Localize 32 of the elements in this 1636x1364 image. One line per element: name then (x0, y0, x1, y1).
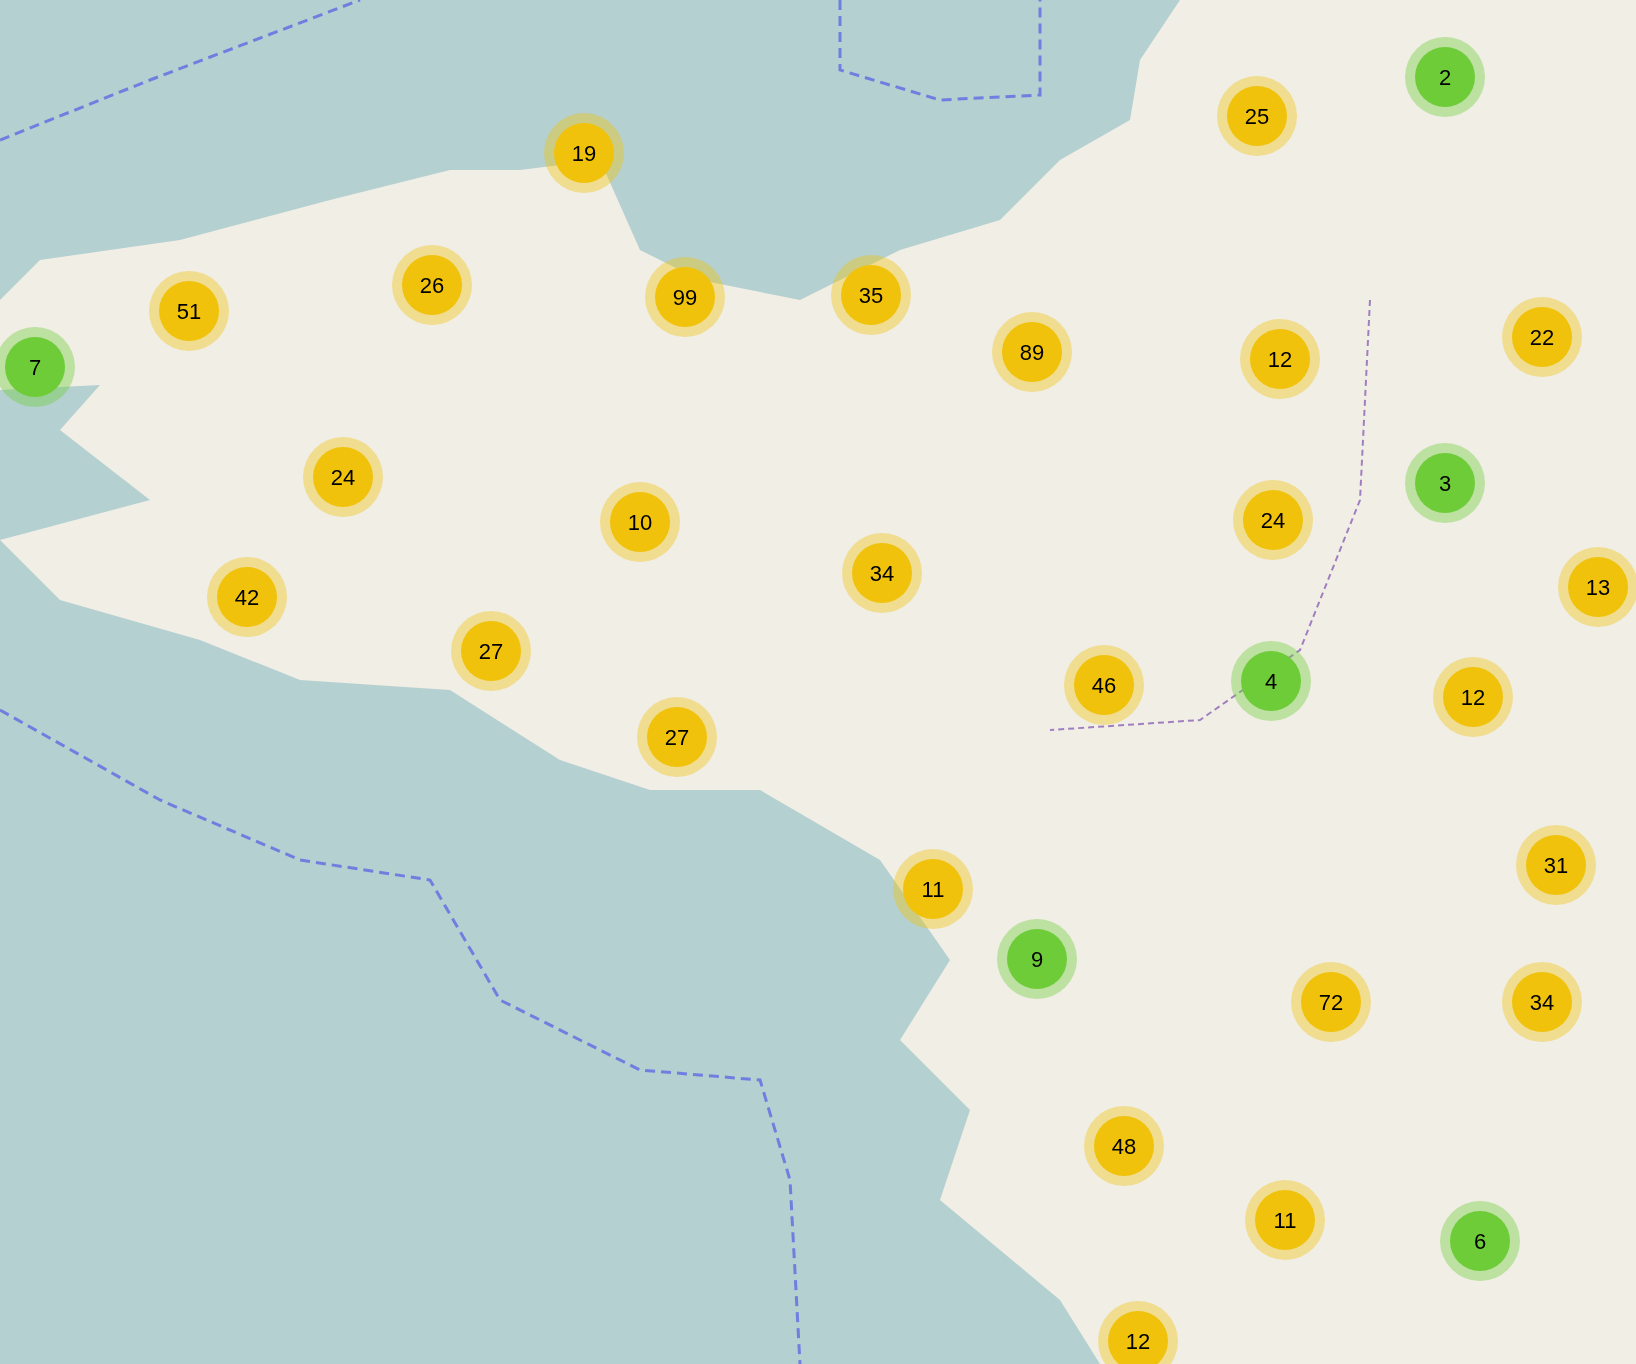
cluster-marker[interactable]: 4 (1231, 641, 1311, 721)
cluster-marker[interactable]: 24 (303, 437, 383, 517)
cluster-marker[interactable]: 10 (600, 482, 680, 562)
cluster-marker[interactable]: 7 (0, 327, 75, 407)
cluster-marker[interactable]: 89 (992, 312, 1072, 392)
cluster-marker[interactable]: 42 (207, 557, 287, 637)
cluster-marker[interactable]: 27 (637, 697, 717, 777)
cluster-marker[interactable]: 9 (997, 919, 1077, 999)
cluster-marker[interactable]: 99 (645, 257, 725, 337)
cluster-marker[interactable]: 35 (831, 255, 911, 335)
cluster-marker[interactable]: 24 (1233, 480, 1313, 560)
cluster-marker[interactable]: 19 (544, 113, 624, 193)
cluster-marker[interactable]: 2 (1405, 37, 1485, 117)
cluster-marker[interactable]: 26 (392, 245, 472, 325)
cluster-marker[interactable]: 12 (1433, 657, 1513, 737)
cluster-marker[interactable]: 72 (1291, 962, 1371, 1042)
cluster-marker[interactable]: 11 (1245, 1180, 1325, 1260)
cluster-marker[interactable]: 12 (1098, 1301, 1178, 1364)
cluster-marker[interactable]: 3 (1405, 443, 1485, 523)
cluster-marker[interactable]: 48 (1084, 1106, 1164, 1186)
cluster-marker[interactable]: 34 (1502, 962, 1582, 1042)
cluster-marker[interactable]: 25 (1217, 76, 1297, 156)
cluster-marker[interactable]: 6 (1440, 1201, 1520, 1281)
cluster-marker[interactable]: 11 (893, 849, 973, 929)
cluster-marker[interactable]: 22 (1502, 297, 1582, 377)
cluster-marker[interactable]: 31 (1516, 825, 1596, 905)
cluster-marker[interactable]: 51 (149, 271, 229, 351)
cluster-marker[interactable]: 12 (1240, 319, 1320, 399)
cluster-marker[interactable]: 46 (1064, 645, 1144, 725)
cluster-marker[interactable]: 27 (451, 611, 531, 691)
cluster-marker[interactable]: 34 (842, 533, 922, 613)
cluster-marker[interactable]: 13 (1558, 547, 1636, 627)
